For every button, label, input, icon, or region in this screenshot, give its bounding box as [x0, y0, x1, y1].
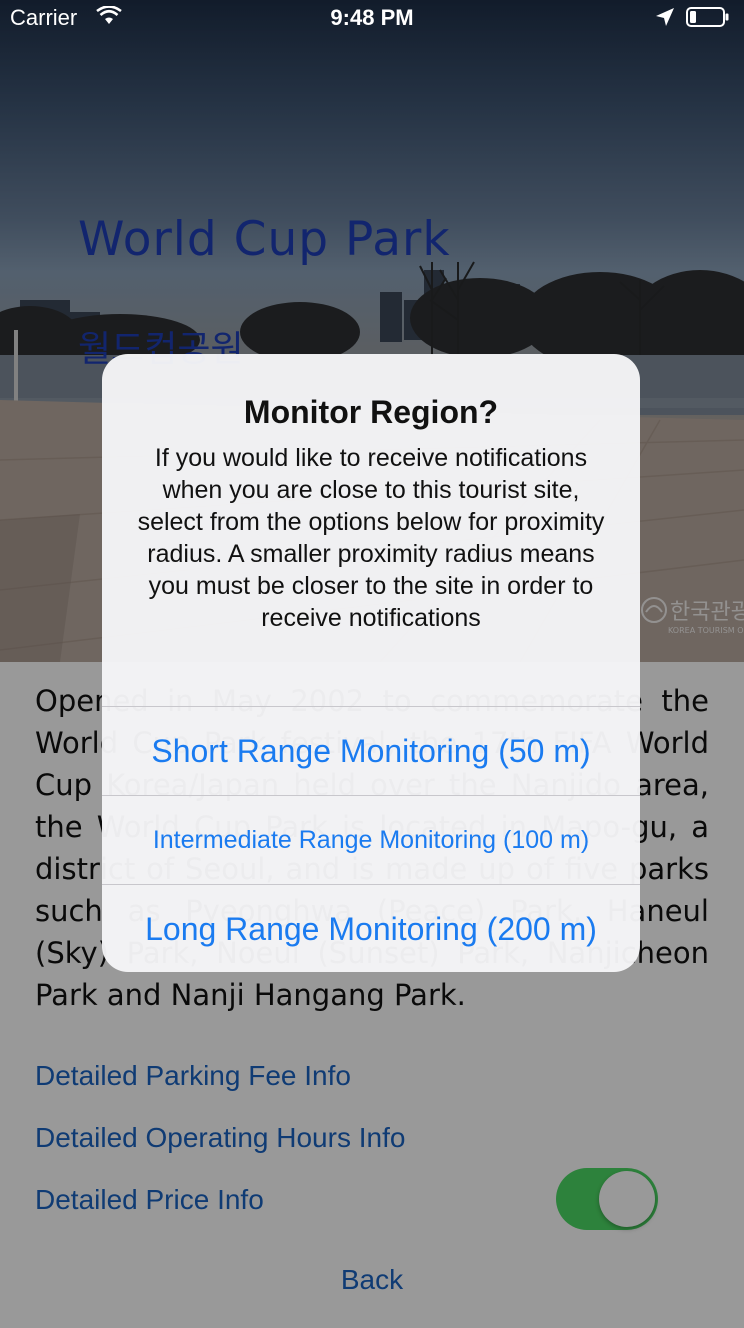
screen: World Cup Park 월드컵공원 한국관광 KOREA TOURISM … [0, 0, 744, 1328]
alert-title: Monitor Region? [243, 394, 499, 430]
location-arrow-icon [656, 8, 674, 26]
clock: 9:48 PM [330, 5, 414, 30]
monitor-region-alert: Monitor Region? If you would like to rec… [102, 354, 640, 972]
long-range-button[interactable]: Long Range Monitoring (200 m) [102, 884, 640, 972]
intermediate-range-button[interactable]: Intermediate Range Monitoring (100 m) [102, 795, 640, 884]
short-range-button[interactable]: Short Range Monitoring (50 m) [102, 706, 640, 795]
status-bar: Carrier 9:48 PM [0, 0, 744, 40]
alert-message: If you would like to receive notificatio… [137, 444, 605, 632]
battery-icon [686, 7, 729, 27]
